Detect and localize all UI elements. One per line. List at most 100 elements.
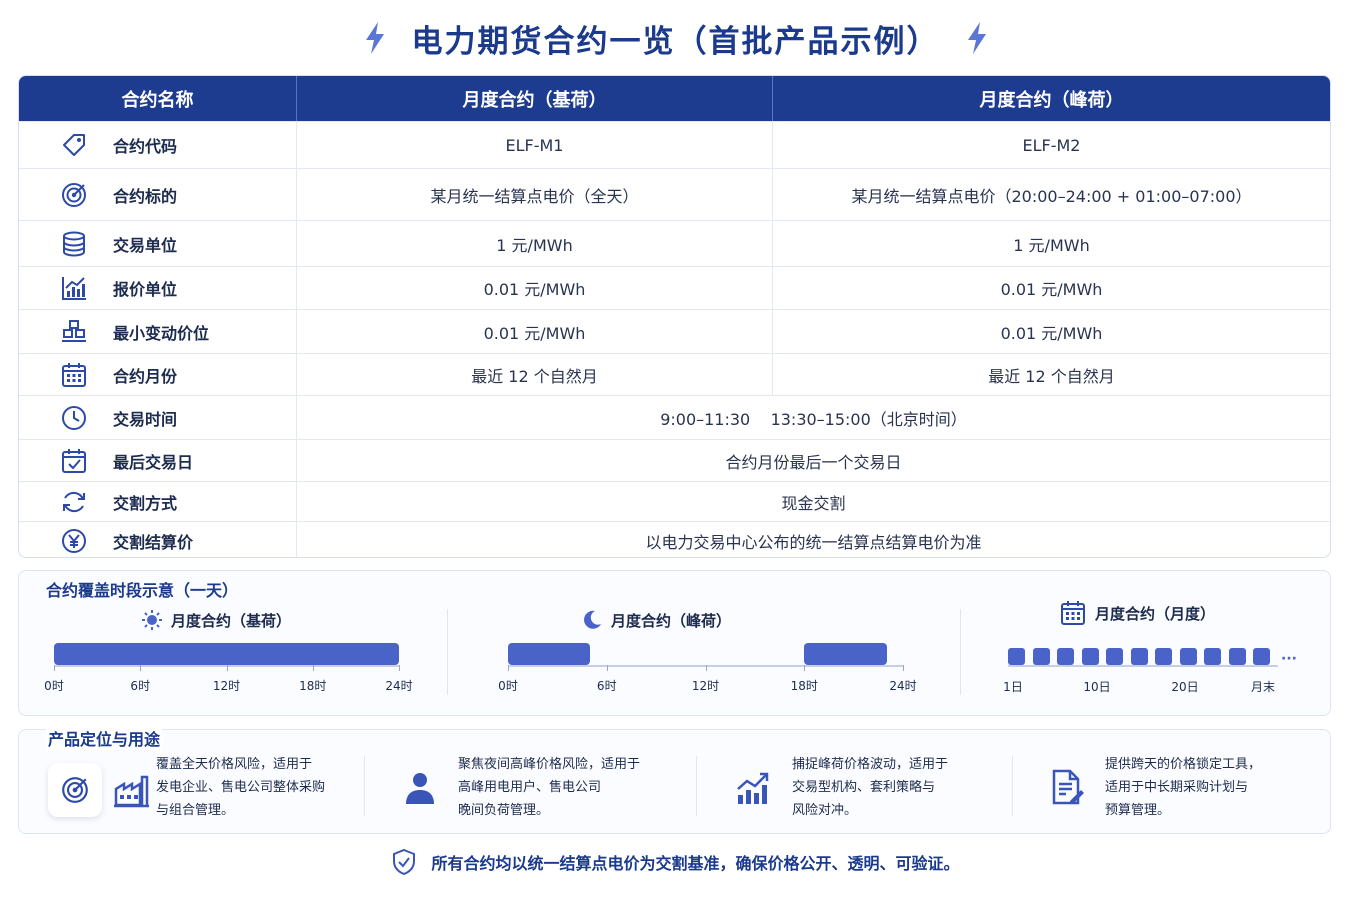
tag-icon	[59, 130, 89, 160]
table-row: 合约代码 ELF-M1 ELF-M2	[19, 121, 1330, 168]
header-peak-contract: 月度合约（峰荷）	[979, 89, 1124, 111]
document-edit-icon	[1047, 766, 1087, 808]
coverage-bar	[508, 643, 591, 665]
divider	[960, 609, 961, 695]
row-label: 合约标的	[113, 186, 178, 206]
table-row: 合约月份 最近 12 个自然月 最近 12 个自然月	[19, 353, 1330, 395]
footer-note: 所有合约均以统一结算点电价为交割基准，确保价格公开、透明、可验证。	[0, 845, 1351, 879]
row-label: 交易单位	[113, 235, 178, 255]
tick-mark	[54, 665, 55, 671]
tick-mark	[903, 665, 904, 671]
header-base-contract: 月度合约（基荷）	[297, 76, 773, 121]
day-block	[1253, 648, 1270, 665]
row-label: 报价单位	[113, 280, 178, 299]
more-ellipsis: ···	[1281, 651, 1297, 667]
usage-title: 产品定位与用途	[46, 726, 163, 750]
tick-mark	[399, 665, 400, 671]
usage-text-peak: 聚焦夜间高峰价格风险，适用于 高峰用电用户、售电公司 晚间负荷管理。	[458, 757, 641, 818]
shared-value: 现金交割	[781, 493, 846, 513]
day-block	[1032, 648, 1050, 665]
shared-value: 9:00–11:30 13:30–15:00（北京时间）	[660, 409, 967, 429]
header-contract-name: 合约名称	[19, 76, 297, 121]
day-block	[1179, 648, 1197, 665]
lightning-icon	[365, 22, 384, 54]
tick-label: 6时	[596, 679, 617, 693]
calendar-icon	[59, 360, 89, 390]
base-value: 0.01 元/MWh	[297, 310, 773, 353]
base-value: 1 元/MWh	[297, 221, 773, 266]
bar-chart-icon	[59, 273, 89, 303]
factory-icon	[111, 770, 151, 810]
tick-mark	[508, 665, 509, 671]
table-row: 交易时间 9:00–11:30 13:30–15:00（北京时间）	[19, 395, 1330, 439]
shield-check-icon	[393, 848, 416, 876]
usage-panel: 产品定位与用途 覆盖全天价格风险，适用于 发电企业、售电公司整体采购 与组合管理…	[18, 726, 1331, 834]
usage-text-budget: 提供跨天的价格锁定工具， 适用于中长期采购计划与 预算管理。	[1105, 757, 1262, 818]
coverage-bar	[804, 643, 887, 665]
table-row: 交割方式 现金交割	[19, 481, 1330, 521]
base-value: 0.01 元/MWh	[297, 267, 773, 309]
tick-mark	[705, 665, 707, 671]
base-value: ELF-M1	[297, 122, 773, 168]
day-block	[1130, 648, 1148, 665]
usage-text-base: 覆盖全天价格风险，适用于 发电企业、售电公司整体采购 与组合管理。	[156, 757, 326, 818]
row-label: 交割方式	[113, 493, 178, 513]
table-row: 最小变动价位 0.01 元/MWh 0.01 元/MWh	[19, 309, 1330, 353]
moon-icon	[584, 610, 601, 629]
table-row: 最后交易日 合约月份最后一个交易日	[19, 439, 1330, 481]
row-label: 最小变动价位	[113, 323, 210, 343]
tick-label: 18时	[299, 679, 327, 693]
divider	[1012, 756, 1013, 816]
coverage-timeline-panel: 合约覆盖时段示意（一天） 月度合约（基荷） 月度合约（峰荷） 月度合约（月度） …	[18, 570, 1331, 716]
tick-label: 6时	[130, 679, 151, 693]
tick-label: 20日	[1171, 680, 1199, 694]
tick-label: 24时	[385, 679, 413, 693]
tick-label: 24时	[889, 679, 917, 693]
day-block	[1204, 648, 1221, 665]
tick-mark	[312, 665, 314, 671]
footer-text: 所有合约均以统一结算点电价为交割基准，确保价格公开、透明、可验证。	[431, 854, 960, 873]
contract-spec-table: 合约名称 月度合约（基荷） 月度合约（峰荷） 合约代码 ELF-M1 ELF-M…	[18, 75, 1331, 558]
day-block	[1081, 648, 1099, 665]
peak-timeline-label: 月度合约（峰荷）	[611, 611, 732, 630]
tick-label: 0时	[498, 679, 518, 693]
day-block	[1008, 648, 1025, 665]
tick-label: 0时	[44, 679, 64, 693]
table-row: 交易单位 1 元/MWh 1 元/MWh	[19, 220, 1330, 266]
peak-value: 某月统一结算点电价（20:00–24:00 + 01:00–07:00）	[851, 186, 1252, 206]
sun-icon	[142, 610, 162, 630]
table-row: 合约标的 某月统一结算点电价（全天） 某月统一结算点电价（20:00–24:00…	[19, 168, 1330, 220]
tick-mark	[140, 665, 142, 671]
peak-value: 0.01 元/MWh	[1000, 280, 1103, 299]
row-label: 交易时间	[113, 409, 178, 429]
base-value: 最近 12 个自然月	[297, 354, 773, 395]
tick-mark	[606, 665, 608, 671]
yen-icon	[59, 526, 89, 556]
divider	[364, 756, 365, 816]
target-icon	[48, 763, 102, 817]
base-value: 某月统一结算点电价（全天）	[297, 169, 773, 220]
row-label: 交割结算价	[113, 532, 194, 552]
target-icon	[59, 180, 89, 210]
tick-label: 10日	[1083, 680, 1111, 694]
base-timeline-label: 月度合约（基荷）	[171, 611, 292, 630]
tick-label: 12时	[691, 679, 720, 693]
shared-value: 合约月份最后一个交易日	[725, 452, 902, 472]
calendar-icon	[1059, 599, 1087, 627]
tick-mark	[804, 665, 806, 671]
timeline-track	[1008, 665, 1278, 667]
row-label: 合约月份	[113, 366, 178, 386]
divider	[447, 609, 448, 695]
tick-mark	[226, 665, 228, 671]
database-icon	[59, 229, 89, 259]
page-header: 电力期货合约一览（首批产品示例）	[0, 14, 1351, 62]
monthly-timeline-label: 月度合约（月度）	[1095, 604, 1216, 623]
day-block	[1057, 648, 1074, 665]
day-block	[1228, 648, 1246, 665]
day-block	[1106, 648, 1123, 665]
tick-label: 18时	[790, 679, 818, 693]
tick-label: 月末	[1250, 680, 1276, 694]
peak-value: ELF-M2	[1022, 135, 1081, 155]
shared-value: 以电力交易中心公布的统一结算点结算电价为准	[645, 532, 982, 552]
table-row: 交割结算价 以电力交易中心公布的统一结算点结算电价为准	[19, 521, 1330, 557]
